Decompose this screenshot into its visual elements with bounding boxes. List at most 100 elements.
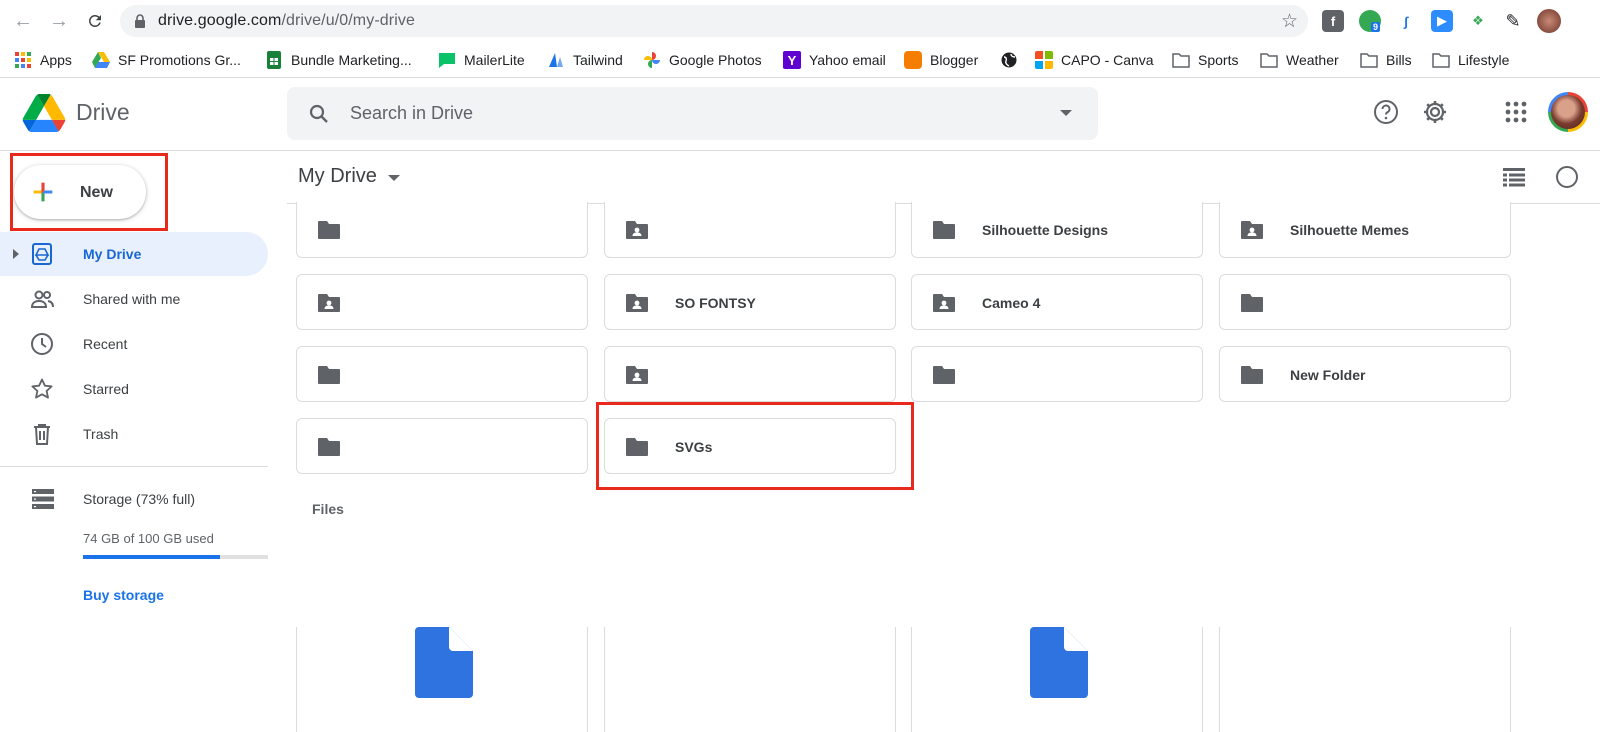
bookmark-label: Apps: [40, 52, 72, 68]
bookmark-sf-promotions[interactable]: SF Promotions Gr...: [92, 49, 241, 71]
search-input[interactable]: Search in Drive: [350, 103, 473, 124]
tailwind-extension-icon[interactable]: ∫: [1395, 10, 1417, 32]
trash-icon: [34, 424, 50, 445]
files-section-label: Files: [312, 501, 344, 517]
sidebar-item-starred[interactable]: Starred: [0, 367, 268, 411]
bookmark-capo-canva[interactable]: CAPO - Canva: [1035, 49, 1154, 71]
back-arrow-icon[interactable]: ←: [11, 9, 35, 33]
folder-silhouette-designs[interactable]: Silhouette Designs: [911, 202, 1203, 258]
folder-icon: [1260, 53, 1278, 68]
folder-untitled[interactable]: [296, 418, 588, 474]
zoom-extension-icon[interactable]: ▶: [1431, 10, 1453, 32]
folder-untitled[interactable]: [1219, 274, 1511, 330]
sidebar-item-label: Starred: [83, 381, 129, 397]
bookmark-folder-bills[interactable]: Bills: [1360, 49, 1412, 71]
globe-icon: [1001, 52, 1017, 68]
bookmark-google-photos[interactable]: Google Photos: [643, 49, 762, 71]
bookmark-label: Sports: [1198, 52, 1239, 68]
bookmark-star-icon[interactable]: ☆: [1281, 10, 1298, 33]
bookmark-label: Google Photos: [669, 52, 762, 68]
bookmark-label: Tailwind: [573, 52, 623, 68]
search-bar[interactable]: Search in Drive: [287, 87, 1098, 140]
storage-progress-fill: [83, 555, 220, 559]
details-info-icon[interactable]: [1556, 166, 1578, 188]
puzzle-extensions-icon[interactable]: ✎: [1502, 10, 1524, 32]
shared-folder-icon: [932, 293, 956, 313]
bookmark-tailwind[interactable]: Tailwind: [547, 49, 623, 71]
facebook-extension-icon[interactable]: f: [1322, 10, 1344, 32]
folder-name: New Folder: [1290, 367, 1366, 383]
url-text: drive.google.com/drive/u/0/my-drive: [158, 12, 415, 29]
search-icon[interactable]: [307, 102, 331, 126]
drive-logo-icon[interactable]: [22, 94, 66, 132]
folder-so-fontsy[interactable]: SO FONTSY: [604, 274, 896, 330]
bookmark-yahoo-email[interactable]: Y Yahoo email: [783, 49, 886, 71]
lock-icon: [135, 14, 145, 28]
sidebar-item-recent[interactable]: Recent: [0, 322, 268, 366]
help-icon[interactable]: [1372, 98, 1400, 126]
folder-icon: [317, 220, 341, 240]
buy-storage-link[interactable]: Buy storage: [83, 587, 164, 603]
folder-new-folder[interactable]: New Folder: [1219, 346, 1511, 402]
shared-folder-icon: [625, 365, 649, 385]
bookmark-globe[interactable]: [1000, 49, 1026, 71]
clock-icon: [31, 333, 53, 355]
blogger-icon: [904, 51, 922, 69]
shared-folder-icon: [1240, 220, 1264, 240]
bookmark-mailerlite[interactable]: MailerLite: [438, 49, 525, 71]
folder-untitled[interactable]: [296, 202, 588, 258]
sidebar-item-shared-with-me[interactable]: Shared with me: [0, 277, 268, 321]
settings-gear-icon[interactable]: [1421, 98, 1449, 126]
bookmark-folder-lifestyle[interactable]: Lifestyle: [1432, 49, 1509, 71]
chat-extension-icon[interactable]: 9: [1359, 10, 1381, 32]
sidebar-item-label: Recent: [83, 336, 128, 352]
new-button-highlight: [10, 153, 168, 231]
list-view-icon[interactable]: [1503, 167, 1525, 187]
link-extension-icon[interactable]: ❖: [1467, 10, 1489, 32]
forward-arrow-icon[interactable]: →: [47, 9, 71, 33]
my-drive-icon: [32, 243, 52, 265]
sidebar-item-trash[interactable]: Trash: [0, 412, 268, 456]
shared-folder-icon: [317, 293, 341, 313]
sidebar-item-label: My Drive: [83, 246, 142, 262]
bookmark-folder-sports[interactable]: Sports: [1172, 49, 1238, 71]
sidebar-item-my-drive[interactable]: My Drive: [0, 232, 268, 276]
file-card[interactable]: [296, 627, 588, 732]
address-bar[interactable]: drive.google.com/drive/u/0/my-drive ☆: [120, 5, 1308, 37]
sidebar-divider: [0, 466, 268, 467]
storage-progress-bar: [83, 555, 268, 559]
svgs-folder-highlight: [596, 402, 914, 490]
storage-used-text: 74 GB of 100 GB used: [83, 531, 214, 546]
bookmark-apps[interactable]: Apps: [14, 49, 72, 71]
breadcrumb-dropdown-icon[interactable]: [388, 175, 400, 181]
folder-untitled[interactable]: [911, 346, 1203, 402]
folder-untitled[interactable]: [296, 346, 588, 402]
header-divider: [0, 150, 1600, 151]
folder-untitled[interactable]: [604, 346, 896, 402]
bookmark-label: Blogger: [930, 52, 979, 68]
folder-icon: [1432, 53, 1450, 68]
folder-untitled[interactable]: [604, 202, 896, 258]
folder-untitled[interactable]: [296, 274, 588, 330]
file-card[interactable]: [911, 627, 1203, 732]
folder-cameo-4[interactable]: Cameo 4: [911, 274, 1203, 330]
expand-arrow-icon[interactable]: [13, 249, 19, 259]
account-avatar[interactable]: [1548, 92, 1588, 132]
reload-icon[interactable]: [83, 9, 107, 33]
bookmark-label: Bundle Marketing...: [291, 52, 412, 68]
bookmark-folder-weather[interactable]: Weather: [1260, 49, 1339, 71]
search-options-dropdown-icon[interactable]: [1060, 110, 1072, 116]
bookmark-label: SF Promotions Gr...: [118, 52, 241, 68]
google-apps-grid-icon[interactable]: [1502, 98, 1530, 126]
breadcrumb-my-drive[interactable]: My Drive: [298, 165, 377, 188]
bookmark-blogger[interactable]: Blogger: [904, 49, 978, 71]
people-icon: [30, 290, 54, 308]
file-card[interactable]: [1219, 627, 1511, 732]
mailerlite-icon: [439, 53, 455, 68]
file-card[interactable]: [604, 627, 896, 732]
folder-silhouette-memes[interactable]: Silhouette Memes: [1219, 202, 1511, 258]
folder-icon: [1240, 293, 1264, 313]
bookmark-bundle-marketing[interactable]: Bundle Marketing...: [265, 49, 412, 71]
star-icon: [31, 378, 53, 399]
profile-avatar[interactable]: [1537, 9, 1561, 33]
